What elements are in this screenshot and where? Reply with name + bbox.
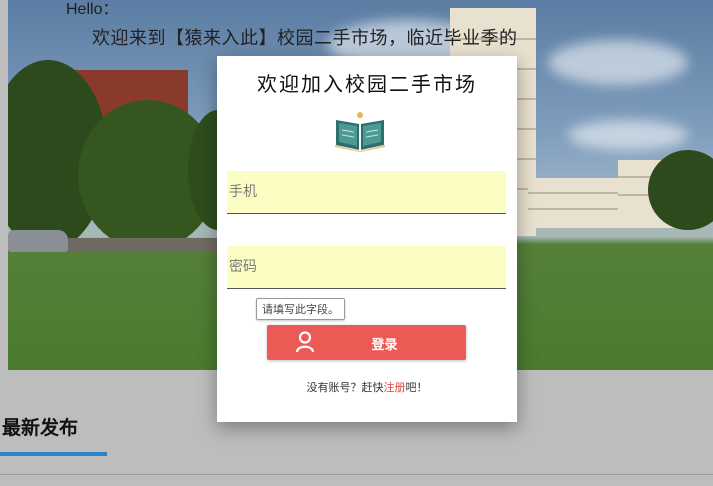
divider xyxy=(0,474,713,475)
login-button[interactable]: 登录 xyxy=(267,325,466,360)
register-prompt: 没有账号？赶快注册吧！ xyxy=(217,379,517,395)
login-button-label: 登录 xyxy=(371,338,398,353)
section-title-underline xyxy=(0,452,107,456)
validation-tooltip: 请填写此字段。 xyxy=(256,298,345,320)
register-prefix: 没有账号？赶快 xyxy=(306,381,384,394)
book-icon xyxy=(335,112,385,152)
hello-greeting: Hello： xyxy=(66,1,119,18)
modal-title: 欢迎加入校园二手市场 xyxy=(257,72,477,96)
register-link[interactable]: 注册 xyxy=(384,381,406,394)
section-title-latest: 最新发布 xyxy=(2,417,79,439)
password-input[interactable] xyxy=(227,246,506,289)
welcome-marquee-text: 欢迎来到【猿来入此】校园二手市场，临近毕业季的 xyxy=(92,28,518,49)
login-modal: 欢迎加入校园二手市场 请填写此字段。 登录 没有账号？赶快注册吧！ xyxy=(217,56,517,422)
phone-input[interactable] xyxy=(227,171,506,214)
register-suffix: 吧！ xyxy=(405,381,428,394)
